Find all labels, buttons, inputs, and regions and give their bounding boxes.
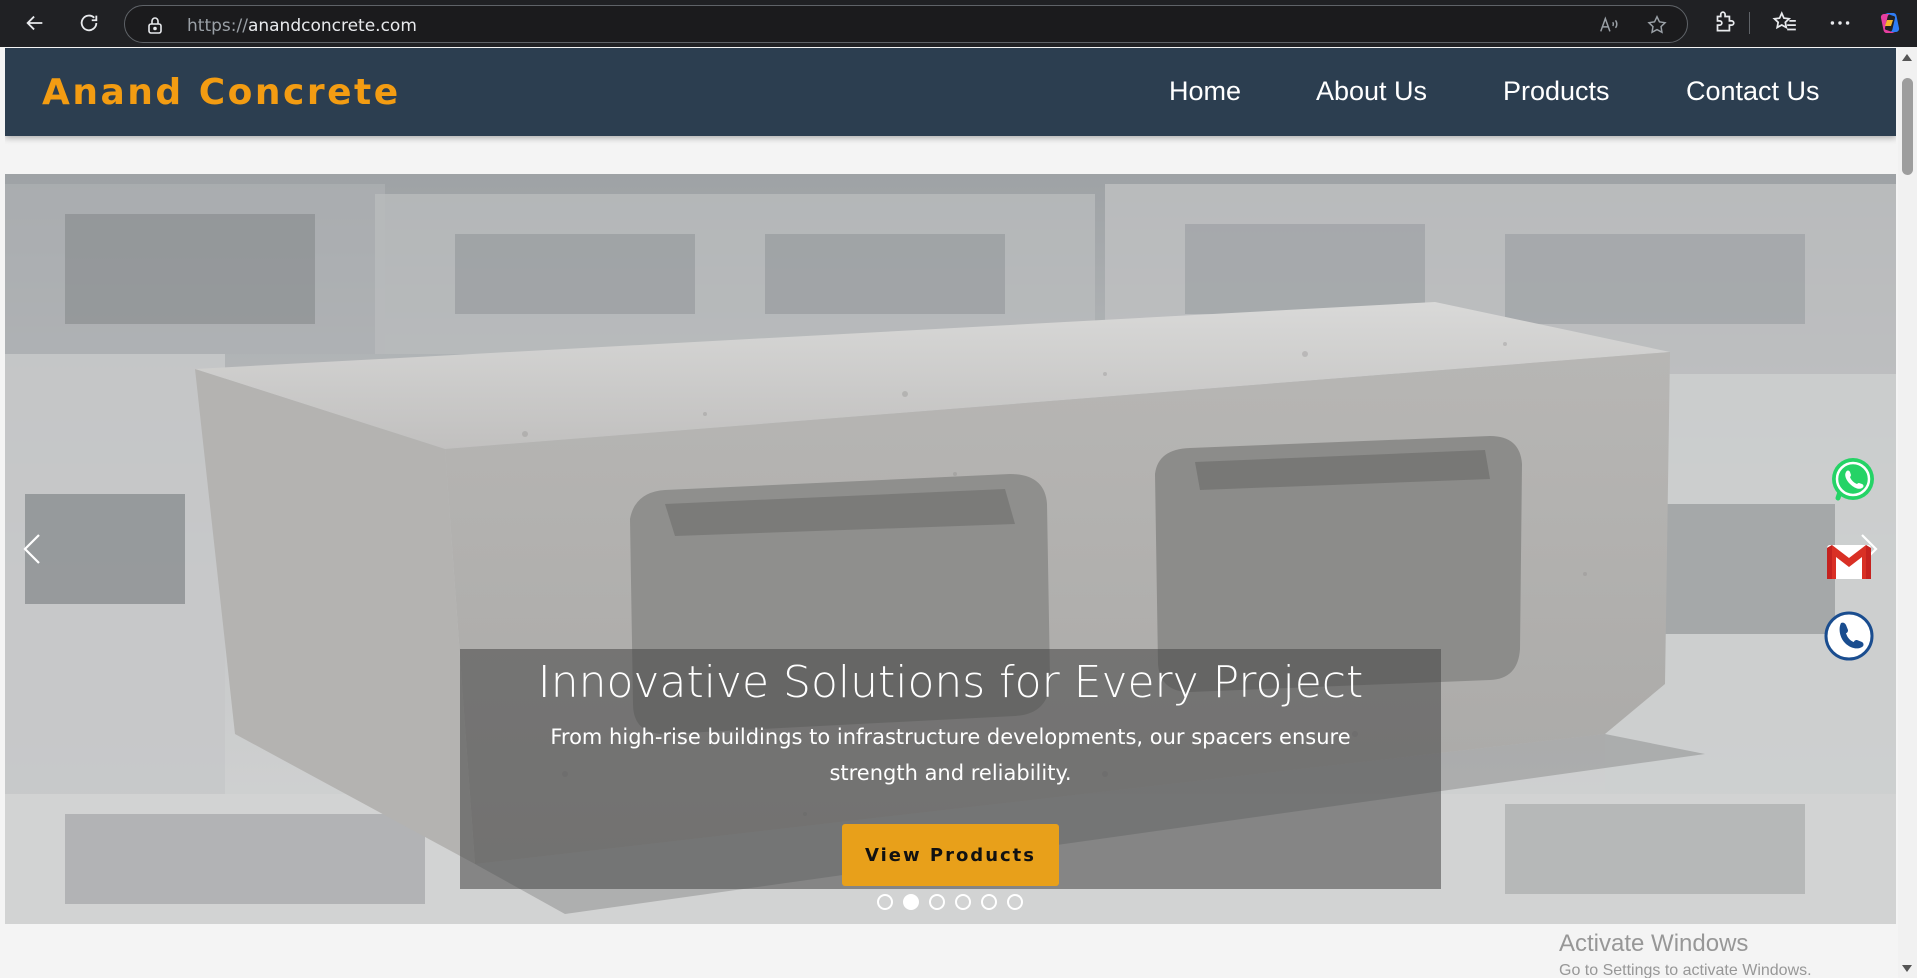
hero-title: Innovative Solutions for Every Project: [537, 657, 1364, 708]
scroll-down-icon[interactable]: [1902, 965, 1912, 972]
nav-contact-us[interactable]: Contact Us: [1686, 76, 1820, 107]
hero-description: From high-rise buildings to infrastructu…: [550, 725, 1351, 785]
nav-home[interactable]: Home: [1169, 76, 1241, 107]
scroll-up-icon[interactable]: [1902, 54, 1912, 61]
browser-toolbar: https://anandconcrete.com: [0, 0, 1917, 47]
site-header: Anand Concrete Home About Us Products Co…: [5, 48, 1896, 136]
carousel-dot-active[interactable]: [903, 894, 919, 910]
hero-caption: Innovative Solutions for Every Project F…: [460, 649, 1441, 889]
site-logo[interactable]: Anand Concrete: [42, 72, 401, 113]
scroll-thumb[interactable]: [1902, 78, 1913, 175]
carousel-dot[interactable]: [1007, 894, 1023, 910]
toolbar-divider: [1749, 12, 1750, 34]
reload-icon[interactable]: [71, 5, 107, 41]
address-bar[interactable]: https://anandconcrete.com: [124, 5, 1688, 43]
carousel-prev-icon[interactable]: [17, 529, 47, 569]
watermark-subtitle: Go to Settings to activate Windows.: [1559, 962, 1812, 978]
view-products-button[interactable]: View Products: [842, 824, 1059, 886]
nav-about-us[interactable]: About Us: [1316, 76, 1427, 107]
whatsapp-icon[interactable]: [1827, 453, 1879, 505]
windows-activation-watermark: Activate Windows Go to Settings to activ…: [1559, 930, 1812, 978]
copilot-icon[interactable]: [1877, 10, 1903, 36]
page-viewport: Anand Concrete Home About Us Products Co…: [5, 48, 1896, 978]
gmail-icon[interactable]: [1823, 535, 1875, 587]
read-aloud-icon[interactable]: [1598, 14, 1620, 36]
carousel-indicators: [877, 894, 1023, 910]
favorites-icon[interactable]: [1772, 10, 1798, 36]
carousel-dot[interactable]: [929, 894, 945, 910]
watermark-title: Activate Windows: [1559, 930, 1749, 957]
lock-icon[interactable]: [147, 16, 163, 34]
extensions-icon[interactable]: [1711, 10, 1737, 36]
url-text[interactable]: https://anandconcrete.com: [187, 16, 417, 36]
back-icon[interactable]: [17, 5, 53, 41]
carousel-dot[interactable]: [981, 894, 997, 910]
favorite-star-icon[interactable]: [1646, 14, 1668, 36]
nav-products[interactable]: Products: [1503, 76, 1610, 107]
page-scrollbar[interactable]: [1898, 48, 1917, 978]
hero-carousel: Innovative Solutions for Every Project F…: [5, 174, 1896, 924]
carousel-dot[interactable]: [877, 894, 893, 910]
phone-icon[interactable]: [1823, 610, 1875, 662]
carousel-dot[interactable]: [955, 894, 971, 910]
more-icon[interactable]: [1827, 10, 1853, 36]
